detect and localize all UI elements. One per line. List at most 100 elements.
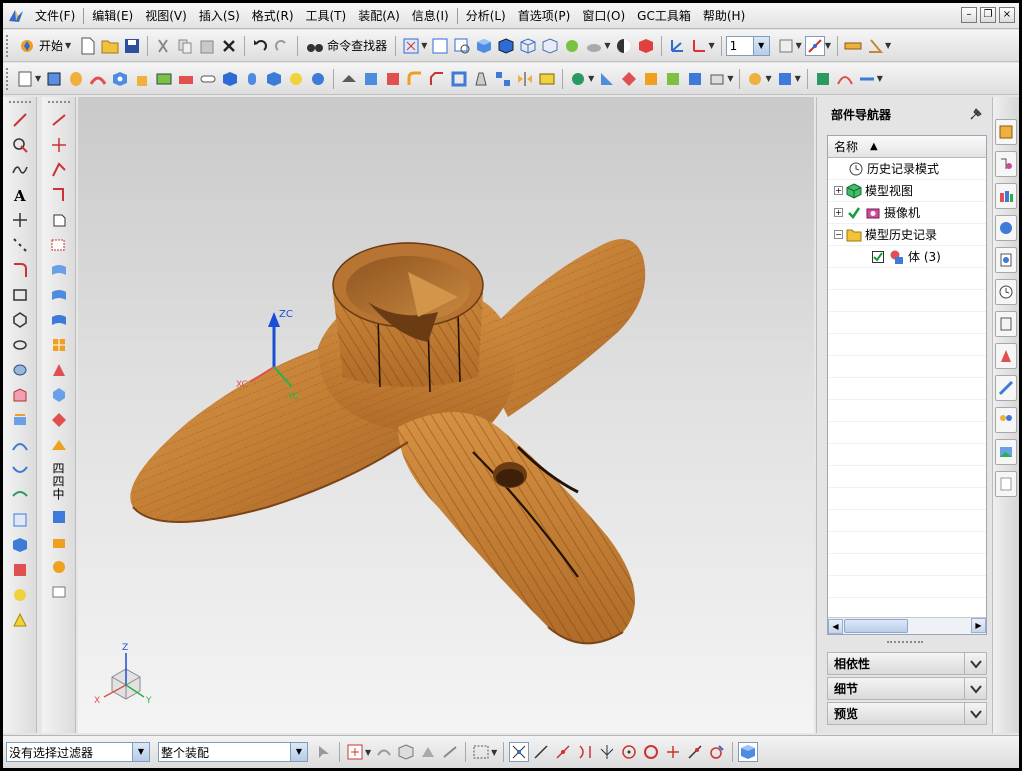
chevron-down-icon[interactable]: ▼ [796,41,802,50]
panel-splitter[interactable] [887,641,923,646]
close-button[interactable]: × [999,7,1015,23]
curvature-icon[interactable] [835,69,855,89]
toolbar-grip[interactable] [47,101,70,104]
shell-icon[interactable] [449,69,469,89]
selection-scope-select[interactable]: 整个装配 ▼ [158,742,308,762]
new-file-icon[interactable] [78,36,98,56]
system-materials-tab[interactable] [995,311,1017,337]
revolve-icon[interactable] [66,69,86,89]
chevron-down-icon[interactable]: ▼ [365,748,371,757]
arc-icon[interactable] [9,134,31,156]
wireframe-cube-icon[interactable] [518,36,538,56]
measure-icon[interactable] [843,36,863,56]
scroll-thumb[interactable] [844,619,908,633]
chevron-down-icon[interactable]: ▼ [35,74,41,83]
patch-icon[interactable] [48,556,70,578]
delete-icon[interactable] [219,36,239,56]
work-layer-select[interactable]: 1 ▼ [725,35,770,56]
type-filter-select[interactable]: 没有选择过滤器 ▼ [6,742,150,762]
offset-region-icon[interactable] [641,69,661,89]
select-face-icon[interactable] [418,742,438,762]
tree-row-model-history[interactable]: − 模型历史记录 [828,224,986,246]
menu-file[interactable]: 文件(F) [29,5,81,27]
unite-icon[interactable] [339,69,359,89]
menu-gc-toolkit[interactable]: GC工具箱 [631,5,697,27]
paste-icon[interactable] [197,36,217,56]
tee-part-model[interactable] [130,239,646,645]
chevron-down-icon[interactable]: ▼ [491,748,497,757]
menu-analysis[interactable]: 分析(L) [460,5,512,27]
menu-edit[interactable]: 编辑(E) [86,5,139,27]
cone-icon[interactable] [286,69,306,89]
preview-panel[interactable]: 预览 [827,702,987,725]
rectangle-select-icon[interactable] [471,742,491,762]
ruled-surface-icon[interactable] [48,284,70,306]
snap-endpoint-icon[interactable] [509,742,530,762]
sphere-icon[interactable] [562,36,582,56]
mirror-icon[interactable] [515,69,535,89]
menu-help[interactable]: 帮助(H) [697,5,751,27]
process-studio-tab[interactable] [995,343,1017,369]
scroll-left-icon[interactable]: ◀ [828,618,843,634]
resize-blend-icon[interactable] [685,69,705,89]
pocket-icon[interactable] [154,69,174,89]
chevron-down-icon[interactable]: ▼ [877,74,883,83]
wcs-orient-icon[interactable] [689,36,709,56]
text-icon[interactable]: A [9,184,31,206]
snap-filter-icon[interactable] [345,742,365,762]
n-sided-surface-icon[interactable] [48,384,70,406]
sweep-icon[interactable] [88,69,108,89]
project-curve-icon[interactable] [9,409,31,431]
section-curve-icon[interactable] [9,559,31,581]
details-panel[interactable]: 细节 [827,677,987,700]
edge-blend-icon[interactable] [405,69,425,89]
select-body-icon[interactable] [396,742,416,762]
render-icon[interactable] [614,36,634,56]
chevron-down-icon[interactable] [964,653,986,674]
line-icon[interactable] [9,109,31,131]
sphere-primitive-icon[interactable] [308,69,328,89]
edit-fillet-icon[interactable] [48,209,70,231]
deviation-icon[interactable] [857,69,877,89]
snap-existing-point-icon[interactable] [663,742,683,762]
reuse-library-tab[interactable] [995,215,1017,241]
trim-corner-icon[interactable] [48,159,70,181]
chevron-down-icon[interactable]: ▼ [885,41,891,50]
chevron-down-icon[interactable]: ▼ [727,74,733,83]
helix-icon[interactable] [9,359,31,381]
manufacturing-wizard-tab[interactable] [995,375,1017,401]
intersection-curve-icon[interactable] [9,534,31,556]
point-set-icon[interactable] [9,234,31,256]
hidden-edges-cube-icon[interactable] [540,36,560,56]
minimize-button[interactable]: – [961,7,977,23]
block-icon[interactable] [264,69,284,89]
trim-sheet-icon[interactable] [48,531,70,553]
history-tab[interactable] [995,279,1017,305]
replace-face-icon[interactable] [663,69,683,89]
menu-window[interactable]: 窗口(O) [576,5,631,27]
spline-icon[interactable] [9,159,31,181]
mesh-surface-icon[interactable] [48,334,70,356]
extrude-icon[interactable] [44,69,64,89]
wcs-icon[interactable] [667,36,687,56]
save-icon[interactable] [122,36,142,56]
tree-row-body[interactable]: 体 (3) [828,246,986,268]
command-finder-button[interactable]: 命令查找器 [302,35,391,57]
tree-row-history-mode[interactable]: 历史记录模式 [828,158,986,180]
surface-icon[interactable] [48,259,70,281]
graphics-window[interactable]: ZC XC YC Z X Y [78,97,814,733]
checkbox-checked-icon[interactable] [870,249,886,265]
point-icon[interactable] [9,209,31,231]
chevron-down-icon[interactable] [964,703,986,724]
offset-surface-icon[interactable] [48,409,70,431]
layer-settings-icon[interactable] [776,36,796,56]
zoom-icon[interactable] [430,36,450,56]
menu-assembly[interactable]: 装配(A) [352,5,406,27]
redo-icon[interactable] [272,36,292,56]
expand-toggle[interactable]: + [834,186,843,195]
mirror-curve-icon[interactable] [9,484,31,506]
copy-icon[interactable] [175,36,195,56]
pattern-icon[interactable] [493,69,513,89]
snap-control-point-icon[interactable] [553,742,573,762]
menu-view[interactable]: 视图(V) [139,5,193,27]
